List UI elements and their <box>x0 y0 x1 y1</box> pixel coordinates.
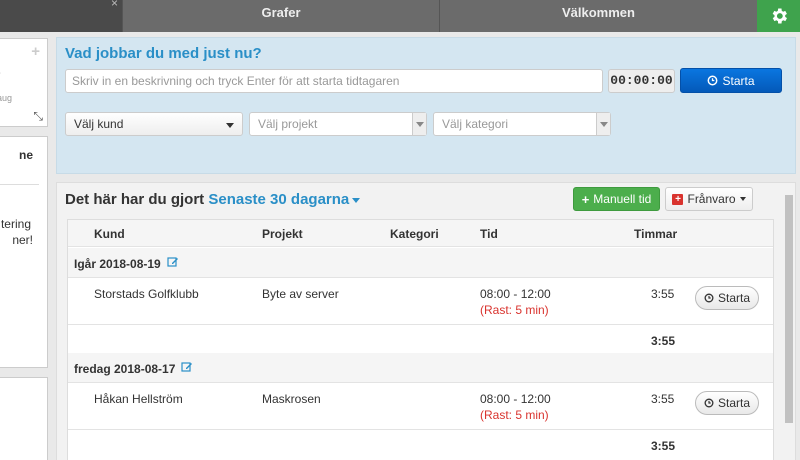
chevron-down-icon <box>412 113 426 135</box>
table-row[interactable]: Håkan Hellström Maskrosen 08:00 - 12:00 … <box>68 384 773 430</box>
clock-icon <box>708 75 718 86</box>
start-entry-label: Starta <box>717 396 750 410</box>
customer-select-value: Välj kund <box>74 117 124 131</box>
category-select[interactable]: Välj kategori <box>433 112 611 136</box>
left-panel-heading: ne <box>0 147 39 185</box>
left-panel-bottom-content <box>1 384 33 460</box>
period-label: Senaste 30 dagarna <box>208 191 350 208</box>
plus-icon: + <box>581 191 590 207</box>
table-row[interactable]: Storstads Golfklubb Byte av server 08:00… <box>68 279 773 325</box>
tab-current[interactable]: × <box>0 0 122 32</box>
chevron-down-icon <box>739 197 746 201</box>
left-panel-dash: - <box>0 67 1 79</box>
left-panel-text-2: ner! <box>12 233 33 247</box>
project-select[interactable]: Välj projekt <box>249 112 427 136</box>
left-panel-text-1: tering <box>0 217 31 231</box>
chevron-down-icon <box>352 197 361 203</box>
timer-display: 00:00:00 <box>608 69 675 93</box>
period-dropdown[interactable]: Senaste 30 dagarna <box>208 191 361 208</box>
entry-timmar: 3:55 <box>651 392 675 406</box>
add-icon[interactable]: + <box>31 43 40 60</box>
tracker-title: Vad jobbar du med just nu? <box>65 45 262 62</box>
tab-bar: × Grafer Välkommen <box>0 0 800 32</box>
date-row: fredag 2018-08-17 <box>68 353 773 383</box>
entry-projekt: Byte av server <box>262 287 339 301</box>
start-entry-button[interactable]: Starta <box>695 391 759 415</box>
absence-button[interactable]: + Frånvaro <box>665 187 753 211</box>
left-panel-middle: ne tering ner! <box>0 136 48 368</box>
absence-plus-icon: + <box>672 193 684 205</box>
description-input[interactable] <box>65 69 603 93</box>
chevron-down-icon <box>596 113 610 135</box>
day-total: 3:55 <box>651 334 676 348</box>
start-timer-button[interactable]: Starta <box>680 68 782 93</box>
chevron-down-icon <box>226 123 234 128</box>
resize-icon[interactable]: ⤡ <box>33 109 43 124</box>
gear-icon <box>772 8 787 24</box>
total-row: 3:55 <box>68 431 773 460</box>
date-label: fredag 2018-08-17 <box>74 362 176 376</box>
day-total: 3:55 <box>651 439 676 453</box>
entry-rast: (Rast: 5 min) <box>480 408 549 422</box>
entry-tid: 08:00 - 12:00 <box>480 287 551 301</box>
column-header-kategori[interactable]: Kategori <box>390 227 439 241</box>
entry-tid: 08:00 - 12:00 <box>480 392 551 406</box>
timesheet-title-text: Det här har du gjort <box>65 191 205 208</box>
entry-kund: Storstads Golfklubb <box>94 287 199 301</box>
manual-time-label: Manuell tid <box>593 192 652 206</box>
column-header-tid[interactable]: Tid <box>480 227 498 241</box>
entry-timmar: 3:55 <box>651 287 675 301</box>
timesheet-table: Kund Projekt Kategori Tid Timmar Igår 20… <box>67 219 774 460</box>
absence-label: Frånvaro <box>687 192 736 206</box>
category-select-placeholder: Välj kategori <box>442 117 509 131</box>
customer-select[interactable]: Välj kund <box>65 112 243 136</box>
timesheet-panel: Det här har du gjort Senaste 30 dagarna … <box>56 182 796 460</box>
clock-icon <box>704 293 714 303</box>
settings-button[interactable] <box>757 0 800 32</box>
table-header: Kund Projekt Kategori Tid Timmar <box>68 220 773 247</box>
timesheet-title: Det här har du gjort Senaste 30 dagarna <box>65 191 361 208</box>
tab-grafer[interactable]: Grafer <box>122 0 439 32</box>
time-tracker-panel: Vad jobbar du med just nu? 00:00:00 Star… <box>56 37 796 174</box>
left-panel-bottom <box>0 377 48 460</box>
scrollbar-thumb[interactable] <box>785 195 793 423</box>
column-header-timmar[interactable]: Timmar <box>634 227 677 241</box>
edit-icon[interactable] <box>181 361 193 373</box>
left-panel-date: aug <box>0 93 13 103</box>
column-header-kund[interactable]: Kund <box>94 227 125 241</box>
date-row: Igår 2018-08-19 <box>68 248 773 278</box>
start-timer-label: Starta <box>722 73 755 88</box>
start-entry-button[interactable]: Starta <box>695 286 759 310</box>
project-select-placeholder: Välj projekt <box>258 117 318 131</box>
edit-icon[interactable] <box>167 256 179 268</box>
date-label: Igår 2018-08-19 <box>74 257 161 271</box>
clock-icon <box>704 398 714 408</box>
start-entry-label: Starta <box>717 291 750 305</box>
scrollbar[interactable] <box>784 183 795 460</box>
tab-valkommen[interactable]: Välkommen <box>439 0 757 32</box>
entry-projekt: Maskrosen <box>262 392 321 406</box>
manual-time-button[interactable]: + Manuell tid <box>573 187 660 211</box>
column-header-projekt[interactable]: Projekt <box>262 227 303 241</box>
entry-rast: (Rast: 5 min) <box>480 303 549 317</box>
close-tab-icon[interactable]: × <box>111 0 118 10</box>
entry-kund: Håkan Hellström <box>94 392 183 406</box>
left-panel-top: + - aug ⤡ <box>0 38 48 127</box>
total-row: 3:55 <box>68 326 773 356</box>
